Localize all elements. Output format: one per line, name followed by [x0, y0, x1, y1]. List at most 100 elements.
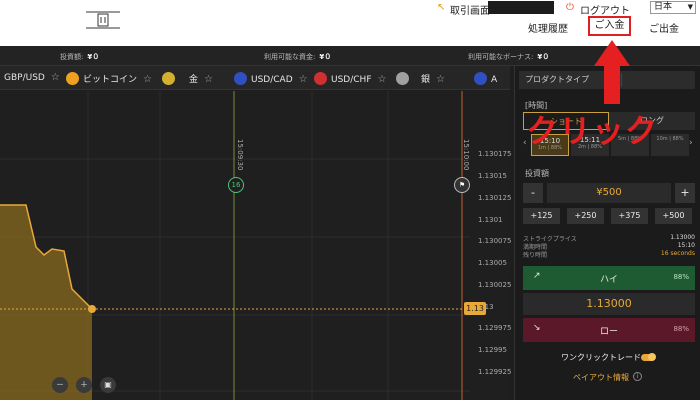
price-area: [0, 205, 92, 400]
star-icon[interactable]: ☆: [204, 74, 213, 85]
high-payout: 88%: [673, 273, 689, 281]
quick-amount-button[interactable]: +125: [523, 208, 560, 224]
balance-bonus: 利用可能なボーナス: ¥０: [468, 52, 549, 62]
app-root: ↖ 取引画面 ⏻ ログアウト 日本 ▼ 処理履歴 ご入金 ご出金 投資額: ¥０ …: [0, 0, 700, 400]
low-payout: 88%: [673, 325, 689, 333]
price-level: 1.130125: [478, 194, 512, 202]
quick-amount-button[interactable]: +500: [655, 208, 692, 224]
asset-label: USD/CAD: [251, 75, 293, 85]
zoom-out-icon[interactable]: －: [52, 377, 68, 393]
current-price-display: 1.13000: [523, 293, 695, 315]
language-value: 日本: [654, 2, 673, 12]
balance-value: ¥０: [537, 53, 550, 61]
price-level: 1.130175: [478, 150, 512, 158]
trade-screen-box: [488, 1, 554, 14]
asset-label: 金: [189, 75, 199, 85]
product-type-label: プロダクトタイプ: [525, 75, 589, 84]
flag-icon: [474, 72, 487, 85]
remaining-row: 残り時間 16 seconds: [523, 250, 695, 259]
asset-tab[interactable]: ビットコイン ☆: [66, 72, 152, 85]
asset-tab[interactable]: GBP/USD ☆: [4, 72, 60, 83]
bitcoin-icon: [66, 72, 79, 85]
flag-icon: [314, 72, 327, 85]
current-price-tag: 1.13: [464, 302, 486, 315]
amount-minus-button[interactable]: -: [523, 183, 543, 203]
zoom-in-icon[interactable]: ＋: [76, 377, 92, 393]
remaining-value: 16 seconds: [660, 250, 695, 257]
one-click-toggle[interactable]: [641, 353, 656, 361]
star-icon[interactable]: ☆: [436, 74, 445, 85]
asset-label: 銀: [421, 75, 431, 85]
payout-info-link[interactable]: ペイアウト情報: [573, 372, 629, 383]
star-icon[interactable]: ☆: [143, 74, 152, 85]
arrow-up-icon: [594, 40, 630, 104]
asset-tab[interactable]: A: [474, 72, 497, 85]
star-icon[interactable]: ☆: [51, 72, 60, 83]
price-level: 1.130075: [478, 237, 512, 245]
price-chart[interactable]: 1.130175 1.13015 1.130125 1.1301 1.13007…: [0, 91, 512, 400]
gold-icon: [162, 72, 175, 85]
chart-canvas: [0, 91, 470, 400]
asset-label: GBP/USD: [4, 73, 45, 83]
star-icon[interactable]: ☆: [378, 74, 387, 85]
nav-withdraw[interactable]: ご出金: [649, 20, 679, 35]
quick-amount-button[interactable]: +375: [611, 208, 648, 224]
amount-plus-button[interactable]: +: [675, 183, 695, 203]
price-level: 1.12995: [478, 346, 507, 354]
price-level: 1.13015: [478, 172, 507, 180]
chevron-right-icon[interactable]: ›: [689, 138, 693, 148]
balance-value: ¥０: [87, 53, 100, 61]
balance-label: 利用可能な資金:: [264, 53, 316, 61]
star-icon[interactable]: ☆: [299, 74, 308, 85]
price-level: 1.129925: [478, 368, 512, 376]
asset-tab[interactable]: 銀 ☆: [396, 72, 445, 85]
one-click-label: ワンクリックトレード: [561, 353, 641, 362]
nav-history[interactable]: 処理履歴: [528, 20, 568, 35]
remaining-label: 残り時間: [523, 252, 548, 259]
countdown-badge: 16: [228, 177, 244, 193]
info-icon[interactable]: i: [633, 372, 642, 381]
balance-invested: 投資額: ¥０: [60, 52, 99, 62]
high-button[interactable]: ↗ ハイ 88%: [523, 266, 695, 290]
amount-input[interactable]: ¥500: [547, 183, 671, 203]
amount-row: - ¥500 +: [523, 183, 695, 203]
balance-label: 投資額:: [60, 53, 84, 61]
time-marker: 15:09:30: [236, 139, 244, 171]
asset-label: ビットコイン: [83, 75, 138, 85]
balance-available: 利用可能な資金: ¥０: [264, 52, 331, 62]
balance-value: ¥０: [319, 53, 332, 61]
screenshot-icon[interactable]: ▣: [100, 377, 116, 393]
asset-tab[interactable]: USD/CHF ☆: [314, 72, 386, 85]
low-label: ロー: [599, 327, 618, 337]
asset-tabs: GBP/USD ☆ ビットコイン ☆ 金 ☆ USD/CAD ☆ USD/CHF ☆ 銀 ☆…: [0, 66, 510, 90]
current-price-dot: [88, 305, 96, 313]
balance-label: 利用可能なボーナス:: [468, 53, 534, 61]
logout-link[interactable]: ログアウト: [580, 2, 630, 17]
silver-icon: [396, 72, 409, 85]
asset-tab[interactable]: USD/CAD ☆: [234, 72, 308, 85]
annotation-text: クリック: [526, 112, 659, 150]
asset-label: USD/CHF: [331, 75, 372, 85]
power-icon[interactable]: ⏻: [566, 2, 574, 13]
price-level: 1.129975: [478, 324, 512, 332]
trade-screen-link[interactable]: 取引画面: [450, 2, 490, 17]
asset-label: A: [491, 75, 498, 85]
asset-tab[interactable]: 金 ☆: [162, 72, 213, 85]
flag-icon: ⚑: [454, 177, 470, 193]
nav-deposit[interactable]: ご入金: [588, 16, 631, 36]
time-marker: 15:10:00: [462, 139, 470, 171]
chevron-down-icon: ▼: [687, 3, 693, 11]
high-label: ハイ: [600, 275, 618, 285]
price-level: 1.1301: [478, 216, 503, 224]
price-level: 1.13005: [478, 259, 507, 267]
expiry-value: 15:10: [677, 242, 695, 249]
price-level: 1.130025: [478, 281, 512, 289]
strike-value: 1.13000: [670, 234, 695, 241]
logo-icon[interactable]: [86, 8, 120, 32]
trade-screen-icon: ↖: [437, 2, 446, 13]
quick-amount-button[interactable]: +250: [567, 208, 604, 224]
language-select[interactable]: 日本 ▼: [650, 1, 696, 14]
low-button[interactable]: ↘ ロー 88%: [523, 318, 695, 342]
flag-icon: [234, 72, 247, 85]
amount-label: 投資額: [525, 169, 549, 178]
